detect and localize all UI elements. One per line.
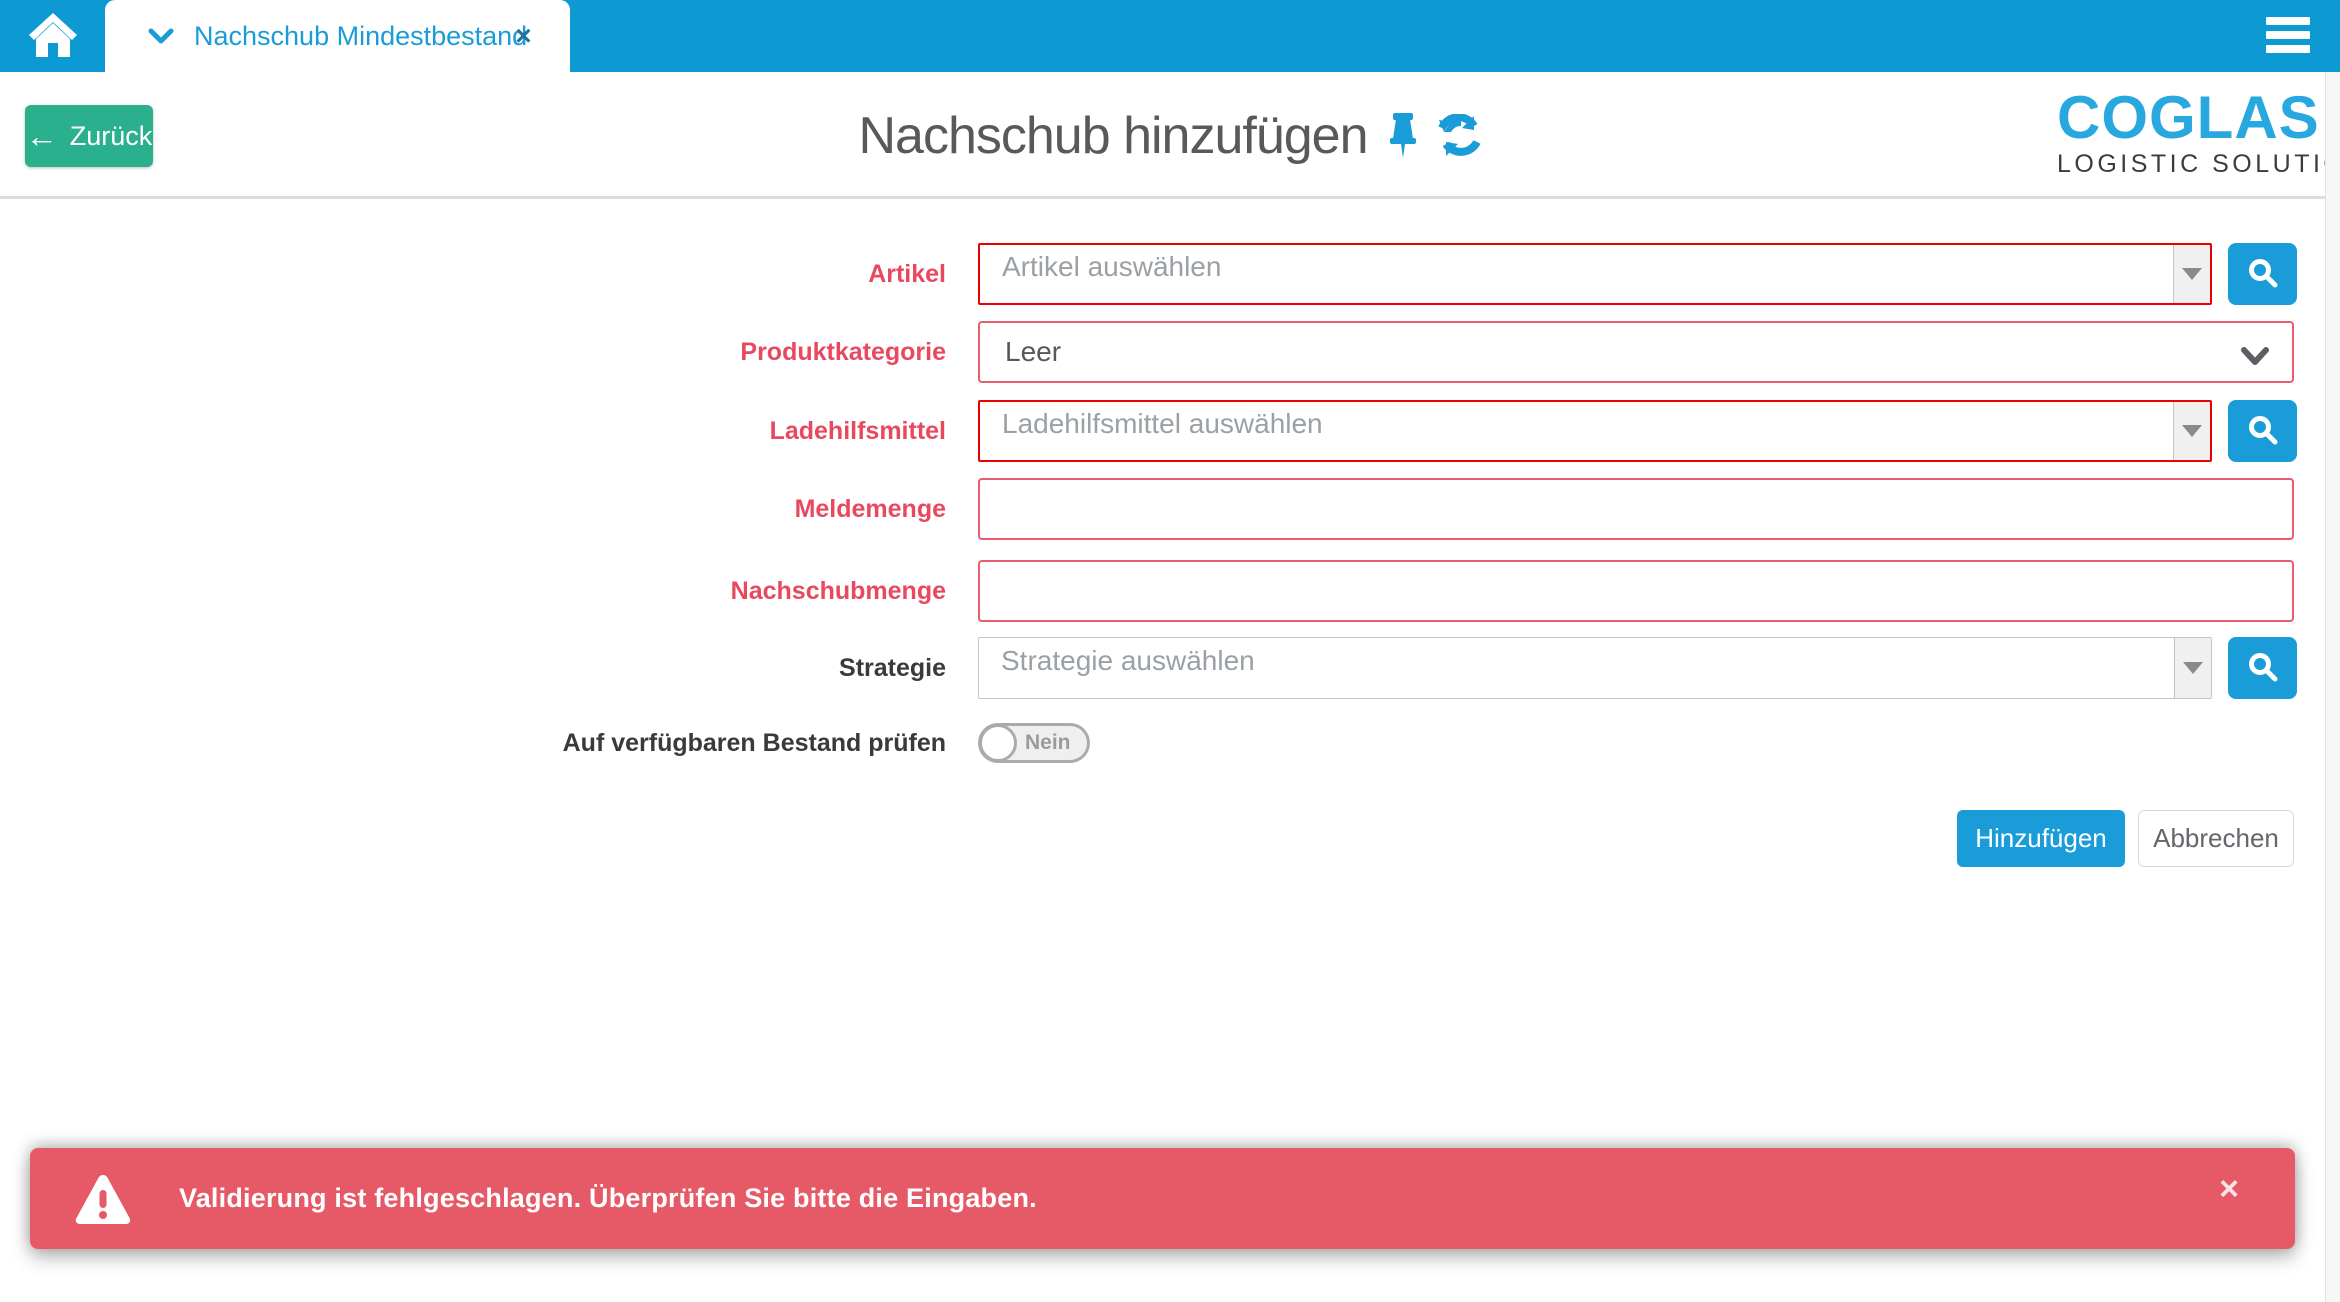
toggle-knob[interactable] [979,724,1017,762]
field-control-produktkategorie: Leer [978,321,2294,383]
vertical-scrollbar[interactable] [2325,72,2340,1302]
field-control-bestand-pruefen: Nein [978,712,1090,774]
chevron-down-icon [2240,342,2270,374]
field-control-strategie [978,637,2212,699]
tab-label: Nachschub Mindestbestand [194,21,527,52]
artikel-input[interactable] [980,245,2173,303]
coglas-logo: COGLAS LOGISTIC SOLUTION [2057,88,2297,179]
toggle-state-label: Nein [1025,731,1071,755]
back-button[interactable]: ← Zurück [25,105,153,167]
tab-nachschub-mindestbestand[interactable]: Nachschub Mindestbestand × [105,0,570,72]
strategie-combobox[interactable] [978,637,2212,699]
form-actions: Hinzufügen Abbrechen [1957,810,2294,867]
ladehilfsmittel-dropdown-button[interactable] [2173,402,2210,460]
form-row-produktkategorie: Produktkategorie Leer [0,321,2340,383]
meldemenge-input[interactable] [978,478,2294,540]
hamburger-menu-icon[interactable] [2266,17,2310,53]
field-label-bestand-pruefen: Auf verfügbaren Bestand prüfen [0,712,946,774]
ladehilfsmittel-input[interactable] [980,402,2173,460]
strategie-input[interactable] [979,638,2174,698]
bestand-pruefen-toggle[interactable]: Nein [978,723,1090,763]
magnifier-icon [2247,414,2279,449]
page-title: Nachschub hinzufügen [858,106,1367,166]
tab-close-icon[interactable]: × [515,22,531,50]
hamburger-bar [2266,17,2310,25]
form-row-ladehilfsmittel: Ladehilfsmittel [0,400,2340,462]
field-label-strategie: Strategie [0,637,946,699]
magnifier-icon [2247,257,2279,292]
field-label-meldemenge: Meldemenge [0,478,946,540]
cancel-button[interactable]: Abbrechen [2138,810,2294,867]
produktkategorie-value: Leer [1005,336,1061,368]
triangle-down-icon [2183,662,2203,674]
magnifier-icon [2247,651,2279,686]
form-row-bestand-pruefen: Auf verfügbaren Bestand prüfen Nein [0,712,2340,774]
form-row-strategie: Strategie [0,637,2340,699]
arrow-left-icon: ← [26,120,58,152]
artikel-dropdown-button[interactable] [2173,245,2210,303]
strategie-search-button[interactable] [2228,637,2297,699]
top-navigation-bar: Nachschub Mindestbestand × [0,0,2340,72]
strategie-dropdown-button[interactable] [2174,638,2211,698]
field-control-meldemenge [978,478,2294,540]
validation-error-banner: Validierung ist fehlgeschlagen. Überprüf… [30,1148,2295,1249]
pushpin-icon[interactable] [1388,113,1418,159]
field-control-nachschubmenge [978,560,2294,622]
ladehilfsmittel-combobox[interactable] [978,400,2212,462]
field-control-artikel [978,243,2212,305]
field-label-produktkategorie: Produktkategorie [0,321,946,383]
field-label-ladehilfsmittel: Ladehilfsmittel [0,400,946,462]
home-icon [27,11,79,64]
field-control-ladehilfsmittel [978,400,2212,462]
hamburger-bar [2266,45,2310,53]
validation-error-message: Validierung ist fehlgeschlagen. Überprüf… [179,1183,1037,1214]
back-button-label: Zurück [70,121,153,152]
form-row-artikel: Artikel [0,243,2340,305]
title-area: Nachschub hinzufügen [0,72,2340,199]
page-header: Nachschub hinzufügen ← Zurück COGLAS LOG… [0,72,2340,199]
logo-wordmark: COGLAS [2057,88,2297,148]
produktkategorie-select[interactable]: Leer [978,321,2294,383]
artikel-search-button[interactable] [2228,243,2297,305]
hamburger-bar [2266,31,2310,39]
alert-close-icon[interactable]: × [2219,1172,2239,1206]
triangle-down-icon [2182,268,2202,280]
refresh-icon[interactable] [1438,114,1482,158]
ladehilfsmittel-search-button[interactable] [2228,400,2297,462]
form-row-nachschubmenge: Nachschubmenge [0,560,2340,622]
field-label-artikel: Artikel [0,243,946,305]
chevron-down-icon[interactable] [148,27,174,45]
artikel-combobox[interactable] [978,243,2212,305]
logo-tagline: LOGISTIC SOLUTION [2057,150,2297,179]
home-button[interactable] [20,12,86,62]
form-row-meldemenge: Meldemenge [0,478,2340,540]
nachschubmenge-input[interactable] [978,560,2294,622]
field-label-nachschubmenge: Nachschubmenge [0,560,946,622]
submit-button[interactable]: Hinzufügen [1957,810,2125,867]
triangle-down-icon [2182,425,2202,437]
warning-triangle-icon [75,1174,131,1224]
